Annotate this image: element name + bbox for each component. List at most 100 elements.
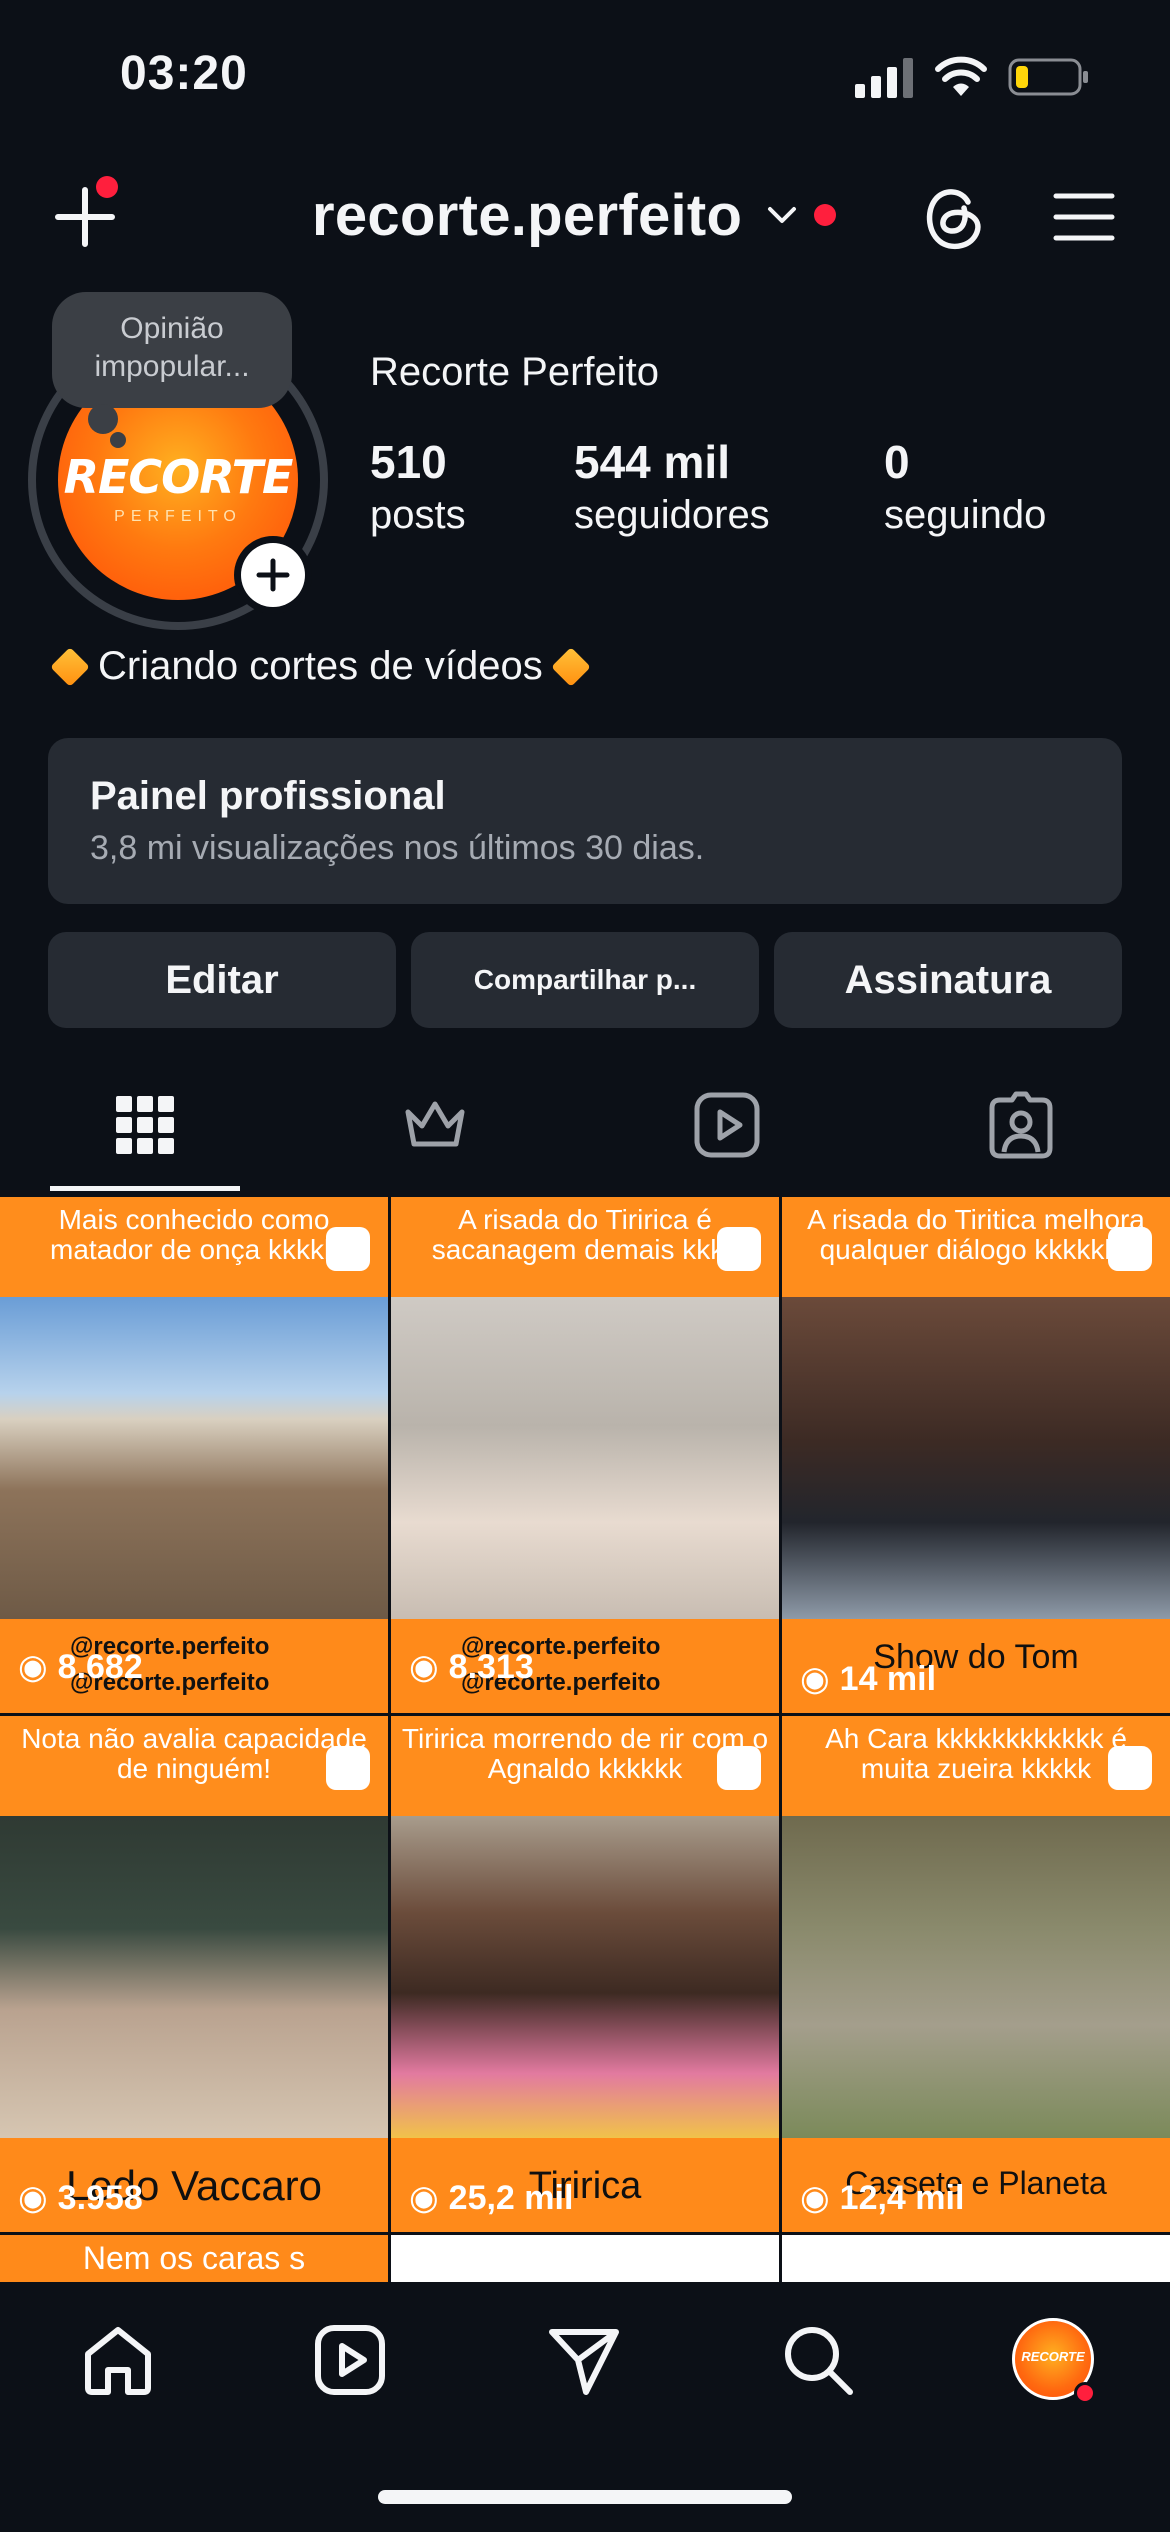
post-caption: Tiririca morrendo de rir com o Agnaldo k… [401, 1723, 769, 1784]
stat-posts-count: 510 [370, 436, 447, 488]
post-tile[interactable]: A risada do Tiritica melhora qualquer di… [782, 1197, 1170, 1713]
profile-note-bubble[interactable]: Opinião impopular... [52, 292, 292, 408]
status-time: 03:20 [120, 47, 248, 100]
note-bubble-tail [88, 404, 118, 434]
cellular-signal-icon [855, 58, 913, 98]
view-count-value: 25,2 mil [448, 2178, 574, 2217]
reel-badge-icon [717, 1746, 761, 1790]
share-profile-button[interactable]: Compartilhar p... [411, 932, 759, 1028]
eye-icon: ◉ [18, 2179, 48, 2217]
username: recorte.perfeito [312, 182, 743, 248]
post-tile[interactable]: Mais conhecido como matador de onça kkkk… [0, 1197, 388, 1713]
stat-posts[interactable]: 510 posts [370, 434, 466, 540]
post-thumbnail [0, 1297, 388, 1619]
post-caption: Nem os caras s [82, 2240, 306, 2276]
view-count-value: 3.958 [57, 2178, 143, 2217]
post-tile[interactable]: Nem os caras s [0, 2235, 388, 2282]
view-count: ◉ 8.313 [409, 1647, 534, 1687]
home-icon[interactable] [80, 2322, 156, 2398]
view-count: ◉ 8.682 [18, 1647, 143, 1687]
orange-diamond-icon [50, 646, 90, 687]
avatar-logo-text: RECORTE [63, 450, 294, 504]
tagged-icon[interactable] [986, 1090, 1056, 1160]
create-notification-dot [96, 176, 118, 198]
reels-icon[interactable] [312, 2322, 388, 2398]
edit-profile-button[interactable]: Editar [48, 932, 396, 1028]
battery-low-icon [1008, 58, 1088, 96]
post-tile[interactable]: Ah Cara kkkkkkkkkkkk é muita zueira kkkk… [782, 1716, 1170, 2232]
bio-text: Criando cortes de vídeos [98, 644, 543, 688]
post-tile[interactable] [391, 2235, 779, 2282]
view-count-value: 8.682 [57, 1647, 143, 1686]
dashboard-subtitle: 3,8 mi visualizações nos últimos 30 dias… [90, 829, 705, 867]
post-caption: Nota não avalia capacidade de ninguém! [21, 1723, 367, 1784]
post-thumbnail [391, 1816, 779, 2138]
post-tile[interactable] [782, 2235, 1170, 2282]
status-bar: 03:20 [0, 0, 1170, 150]
stat-following-label: seguindo [884, 493, 1047, 537]
subscription-button[interactable]: Assinatura [774, 932, 1122, 1028]
reel-badge-icon [1108, 1227, 1152, 1271]
dashboard-title: Painel profissional [90, 774, 446, 818]
view-count: ◉ 12,4 mil [800, 2178, 964, 2218]
post-thumbnail [782, 1297, 1170, 1619]
hamburger-menu-icon[interactable] [1052, 190, 1116, 244]
stat-followers-count: 544 mil [574, 436, 730, 488]
view-count-value: 8.313 [448, 1647, 534, 1686]
eye-icon: ◉ [800, 2179, 830, 2217]
post-thumbnail [391, 1297, 779, 1619]
stat-followers-label: seguidores [574, 493, 770, 537]
send-icon[interactable] [546, 2322, 622, 2398]
eye-icon: ◉ [409, 2179, 439, 2217]
crown-icon[interactable] [400, 1090, 470, 1160]
chevron-down-icon [768, 207, 797, 223]
view-count: ◉ 14 mil [800, 1659, 936, 1699]
reel-badge-icon [326, 1746, 370, 1790]
post-tile[interactable]: Nota não avalia capacidade de ninguém! L… [0, 1716, 388, 2232]
search-icon[interactable] [780, 2322, 856, 2398]
display-name: Recorte Perfeito [370, 350, 660, 394]
note-text: Opinião impopular... [94, 312, 250, 383]
avatar-logo-text: RECORTE [1021, 2349, 1085, 2364]
stat-followers[interactable]: 544 mil seguidores [574, 434, 770, 540]
reels-icon[interactable] [692, 1090, 762, 1160]
post-thumbnail [0, 1816, 388, 2138]
profile-tabs [0, 1070, 1170, 1195]
threads-icon[interactable] [920, 182, 986, 252]
stat-following[interactable]: 0 seguindo [884, 434, 1046, 540]
eye-icon: ◉ [18, 1648, 48, 1686]
post-caption: A risada do Tiririca é sacanagem demais … [431, 1204, 739, 1265]
add-story-button[interactable] [234, 536, 312, 614]
reel-badge-icon [1108, 1746, 1152, 1790]
view-count: ◉ 3.958 [18, 2178, 143, 2218]
post-caption: Ah Cara kkkkkkkkkkkk é muita zueira kkkk… [825, 1723, 1127, 1784]
plus-icon [256, 558, 290, 592]
account-switcher[interactable]: recorte.perfeito [312, 180, 837, 250]
stat-posts-label: posts [370, 493, 466, 537]
avatar-logo-subtext: PERFEITO [114, 508, 242, 525]
view-count-value: 14 mil [839, 1659, 937, 1698]
profile-notification-dot [1074, 2382, 1096, 2404]
profile-header: recorte.perfeito [0, 160, 1170, 270]
bio: Criando cortes de vídeos [50, 644, 591, 689]
home-indicator[interactable] [378, 2490, 792, 2504]
eye-icon: ◉ [800, 1660, 830, 1698]
orange-diamond-icon [550, 646, 591, 687]
reel-badge-icon [326, 1227, 370, 1271]
post-tile[interactable]: A risada do Tiririca é sacanagem demais … [391, 1197, 779, 1713]
grid-icon[interactable] [110, 1090, 180, 1160]
active-tab-indicator [50, 1186, 240, 1191]
post-caption: Mais conhecido como matador de onça kkkk… [50, 1204, 338, 1265]
stat-following-count: 0 [884, 436, 910, 488]
post-caption: A risada do Tiritica melhora qualquer di… [807, 1204, 1145, 1265]
view-count: ◉ 25,2 mil [409, 2178, 573, 2218]
post-tile[interactable]: Tiririca morrendo de rir com o Agnaldo k… [391, 1716, 779, 2232]
wifi-icon [935, 56, 987, 96]
account-notification-dot [814, 204, 837, 226]
eye-icon: ◉ [409, 1648, 439, 1686]
post-thumbnail [782, 1816, 1170, 2138]
reel-badge-icon [717, 1227, 761, 1271]
posts-grid: Mais conhecido como matador de onça kkkk… [0, 1197, 1170, 2282]
view-count-value: 12,4 mil [839, 2178, 965, 2217]
professional-dashboard[interactable]: Painel profissional 3,8 mi visualizações… [48, 738, 1122, 904]
